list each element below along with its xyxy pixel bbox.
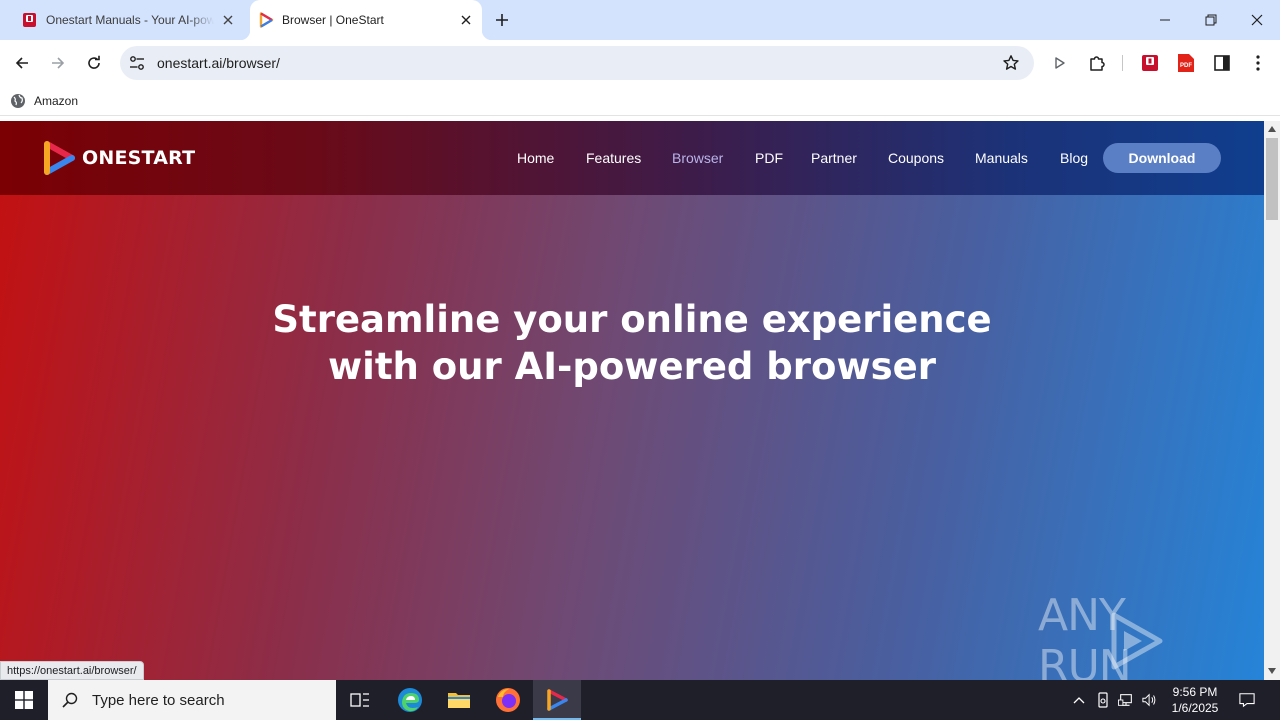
close-icon (1251, 14, 1263, 26)
search-icon (62, 692, 78, 708)
side-panel-icon (1214, 55, 1230, 71)
start-button[interactable] (0, 680, 48, 720)
close-window-button[interactable] (1234, 0, 1280, 40)
puzzle-icon (1090, 56, 1105, 71)
extensions-button[interactable] (1082, 48, 1112, 78)
toolbar-divider (1122, 55, 1123, 71)
page-scrollbar[interactable] (1264, 121, 1280, 680)
address-url: onestart.ai/browser/ (157, 55, 280, 71)
folder-icon (448, 693, 470, 708)
reload-button[interactable] (79, 48, 109, 78)
task-view-button[interactable] (336, 680, 384, 720)
taskbar-edge[interactable] (386, 680, 434, 720)
close-tab-icon[interactable] (458, 12, 474, 28)
globe-icon (11, 94, 25, 108)
browser-toolbar: onestart.ai/browser/ PDF (0, 40, 1280, 86)
link-status-bubble: https://onestart.ai/browser/ (0, 661, 144, 680)
nav-coupons[interactable]: Coupons (888, 150, 944, 166)
nav-partner[interactable]: Partner (811, 150, 857, 166)
device-icon (1098, 692, 1108, 708)
clock-time: 9:56 PM (1172, 685, 1218, 699)
restore-button[interactable] (1188, 0, 1234, 40)
bookmark-amazon[interactable]: Amazon (10, 91, 78, 111)
hero-line-2: with our AI-powered browser (327, 345, 936, 388)
side-panel-button[interactable] (1207, 48, 1237, 78)
tray-volume[interactable] (1142, 692, 1158, 708)
chrome-menu-button[interactable] (1243, 48, 1273, 78)
media-control-button[interactable] (1045, 48, 1075, 78)
nav-browser[interactable]: Browser (672, 150, 723, 166)
windows-logo-icon (15, 691, 33, 709)
taskbar-firefox[interactable] (484, 680, 532, 720)
site-info-icon[interactable] (128, 54, 146, 72)
taskbar-clock[interactable]: 9:56 PM 1/6/2025 (1162, 684, 1228, 716)
pdf-icon: PDF (1178, 54, 1194, 72)
site-header: ONESTART Home Features Browser PDF Partn… (0, 121, 1264, 195)
onestart-logo-icon (44, 141, 75, 175)
restore-icon (1205, 14, 1217, 26)
search-placeholder: Type here to search (92, 691, 225, 709)
network-icon (1118, 694, 1132, 706)
tab-title: Browser | OneStart (282, 13, 384, 27)
tray-device-icon[interactable] (1095, 692, 1111, 708)
tab-title: Onestart Manuals - Your AI-powered (46, 13, 214, 27)
onestart-icon (547, 689, 568, 711)
onestart-manuals-extension-button[interactable] (1135, 48, 1165, 78)
bookmark-star-icon[interactable] (1002, 54, 1020, 72)
taskbar-onestart[interactable] (533, 680, 581, 720)
nav-blog[interactable]: Blog (1060, 150, 1088, 166)
back-button[interactable] (7, 48, 37, 78)
tab-onestart-manuals[interactable]: Onestart Manuals - Your AI-powered (14, 0, 242, 40)
onestart-manuals-favicon-icon (23, 13, 36, 27)
hero-line-1: Streamline your online experience (272, 298, 992, 341)
tab-strip: Onestart Manuals - Your AI-powered Brows… (0, 0, 1280, 40)
forward-button[interactable] (43, 48, 73, 78)
taskbar-search-box[interactable]: Type here to search (48, 680, 336, 720)
onestart-favicon-icon (259, 12, 274, 28)
minimize-button[interactable] (1142, 0, 1188, 40)
bookmarks-bar: Amazon (0, 86, 1280, 116)
onestart-logo[interactable]: ONESTART (42, 140, 195, 176)
new-tab-button[interactable] (491, 9, 513, 31)
notification-icon (1239, 693, 1255, 708)
bookmark-label: Amazon (34, 94, 79, 108)
clock-date: 1/6/2025 (1171, 701, 1219, 715)
reload-icon (88, 55, 100, 69)
firefox-icon (496, 688, 520, 712)
plus-icon (496, 14, 508, 26)
tab-browser-onestart[interactable]: Browser | OneStart (240, 0, 492, 40)
show-hidden-icons-button[interactable] (1071, 692, 1087, 708)
windows-taskbar: Type here to search 9:56 PM 1/6/2025 (0, 680, 1280, 720)
nav-manuals[interactable]: Manuals (975, 150, 1028, 166)
tray-network[interactable] (1118, 692, 1134, 708)
edge-icon (398, 688, 422, 712)
taskbar-file-explorer[interactable] (435, 680, 483, 720)
more-vert-icon (1256, 55, 1260, 71)
svg-text:PDF: PDF (1180, 63, 1192, 69)
chevron-up-icon (1073, 697, 1085, 704)
nav-features[interactable]: Features (586, 150, 641, 166)
action-center-button[interactable] (1239, 692, 1255, 708)
pdf-extension-button[interactable]: PDF (1171, 48, 1201, 78)
address-bar[interactable]: onestart.ai/browser/ (120, 46, 1034, 80)
manuals-extension-icon (1142, 55, 1158, 71)
nav-pdf[interactable]: PDF (755, 150, 783, 166)
close-tab-icon[interactable] (220, 12, 236, 28)
scrollbar-thumb[interactable] (1266, 138, 1278, 220)
task-view-icon (350, 693, 369, 707)
download-button[interactable]: Download (1103, 143, 1221, 173)
anyrun-play-icon (1111, 612, 1163, 670)
nav-home[interactable]: Home (517, 150, 554, 166)
arrow-right-icon (52, 57, 65, 69)
minimize-icon (1160, 19, 1170, 21)
play-icon (1055, 57, 1065, 69)
volume-icon (1142, 693, 1156, 707)
scroll-down-icon[interactable] (1268, 668, 1276, 674)
logo-wordmark: ONESTART (82, 147, 196, 169)
hero-heading: Streamline your online experience with o… (232, 296, 1032, 390)
scroll-up-icon[interactable] (1268, 126, 1276, 132)
page-viewport: ONESTART Home Features Browser PDF Partn… (0, 121, 1264, 680)
arrow-left-icon (15, 57, 28, 69)
anyrun-watermark: ANY RUN (1038, 590, 1264, 680)
